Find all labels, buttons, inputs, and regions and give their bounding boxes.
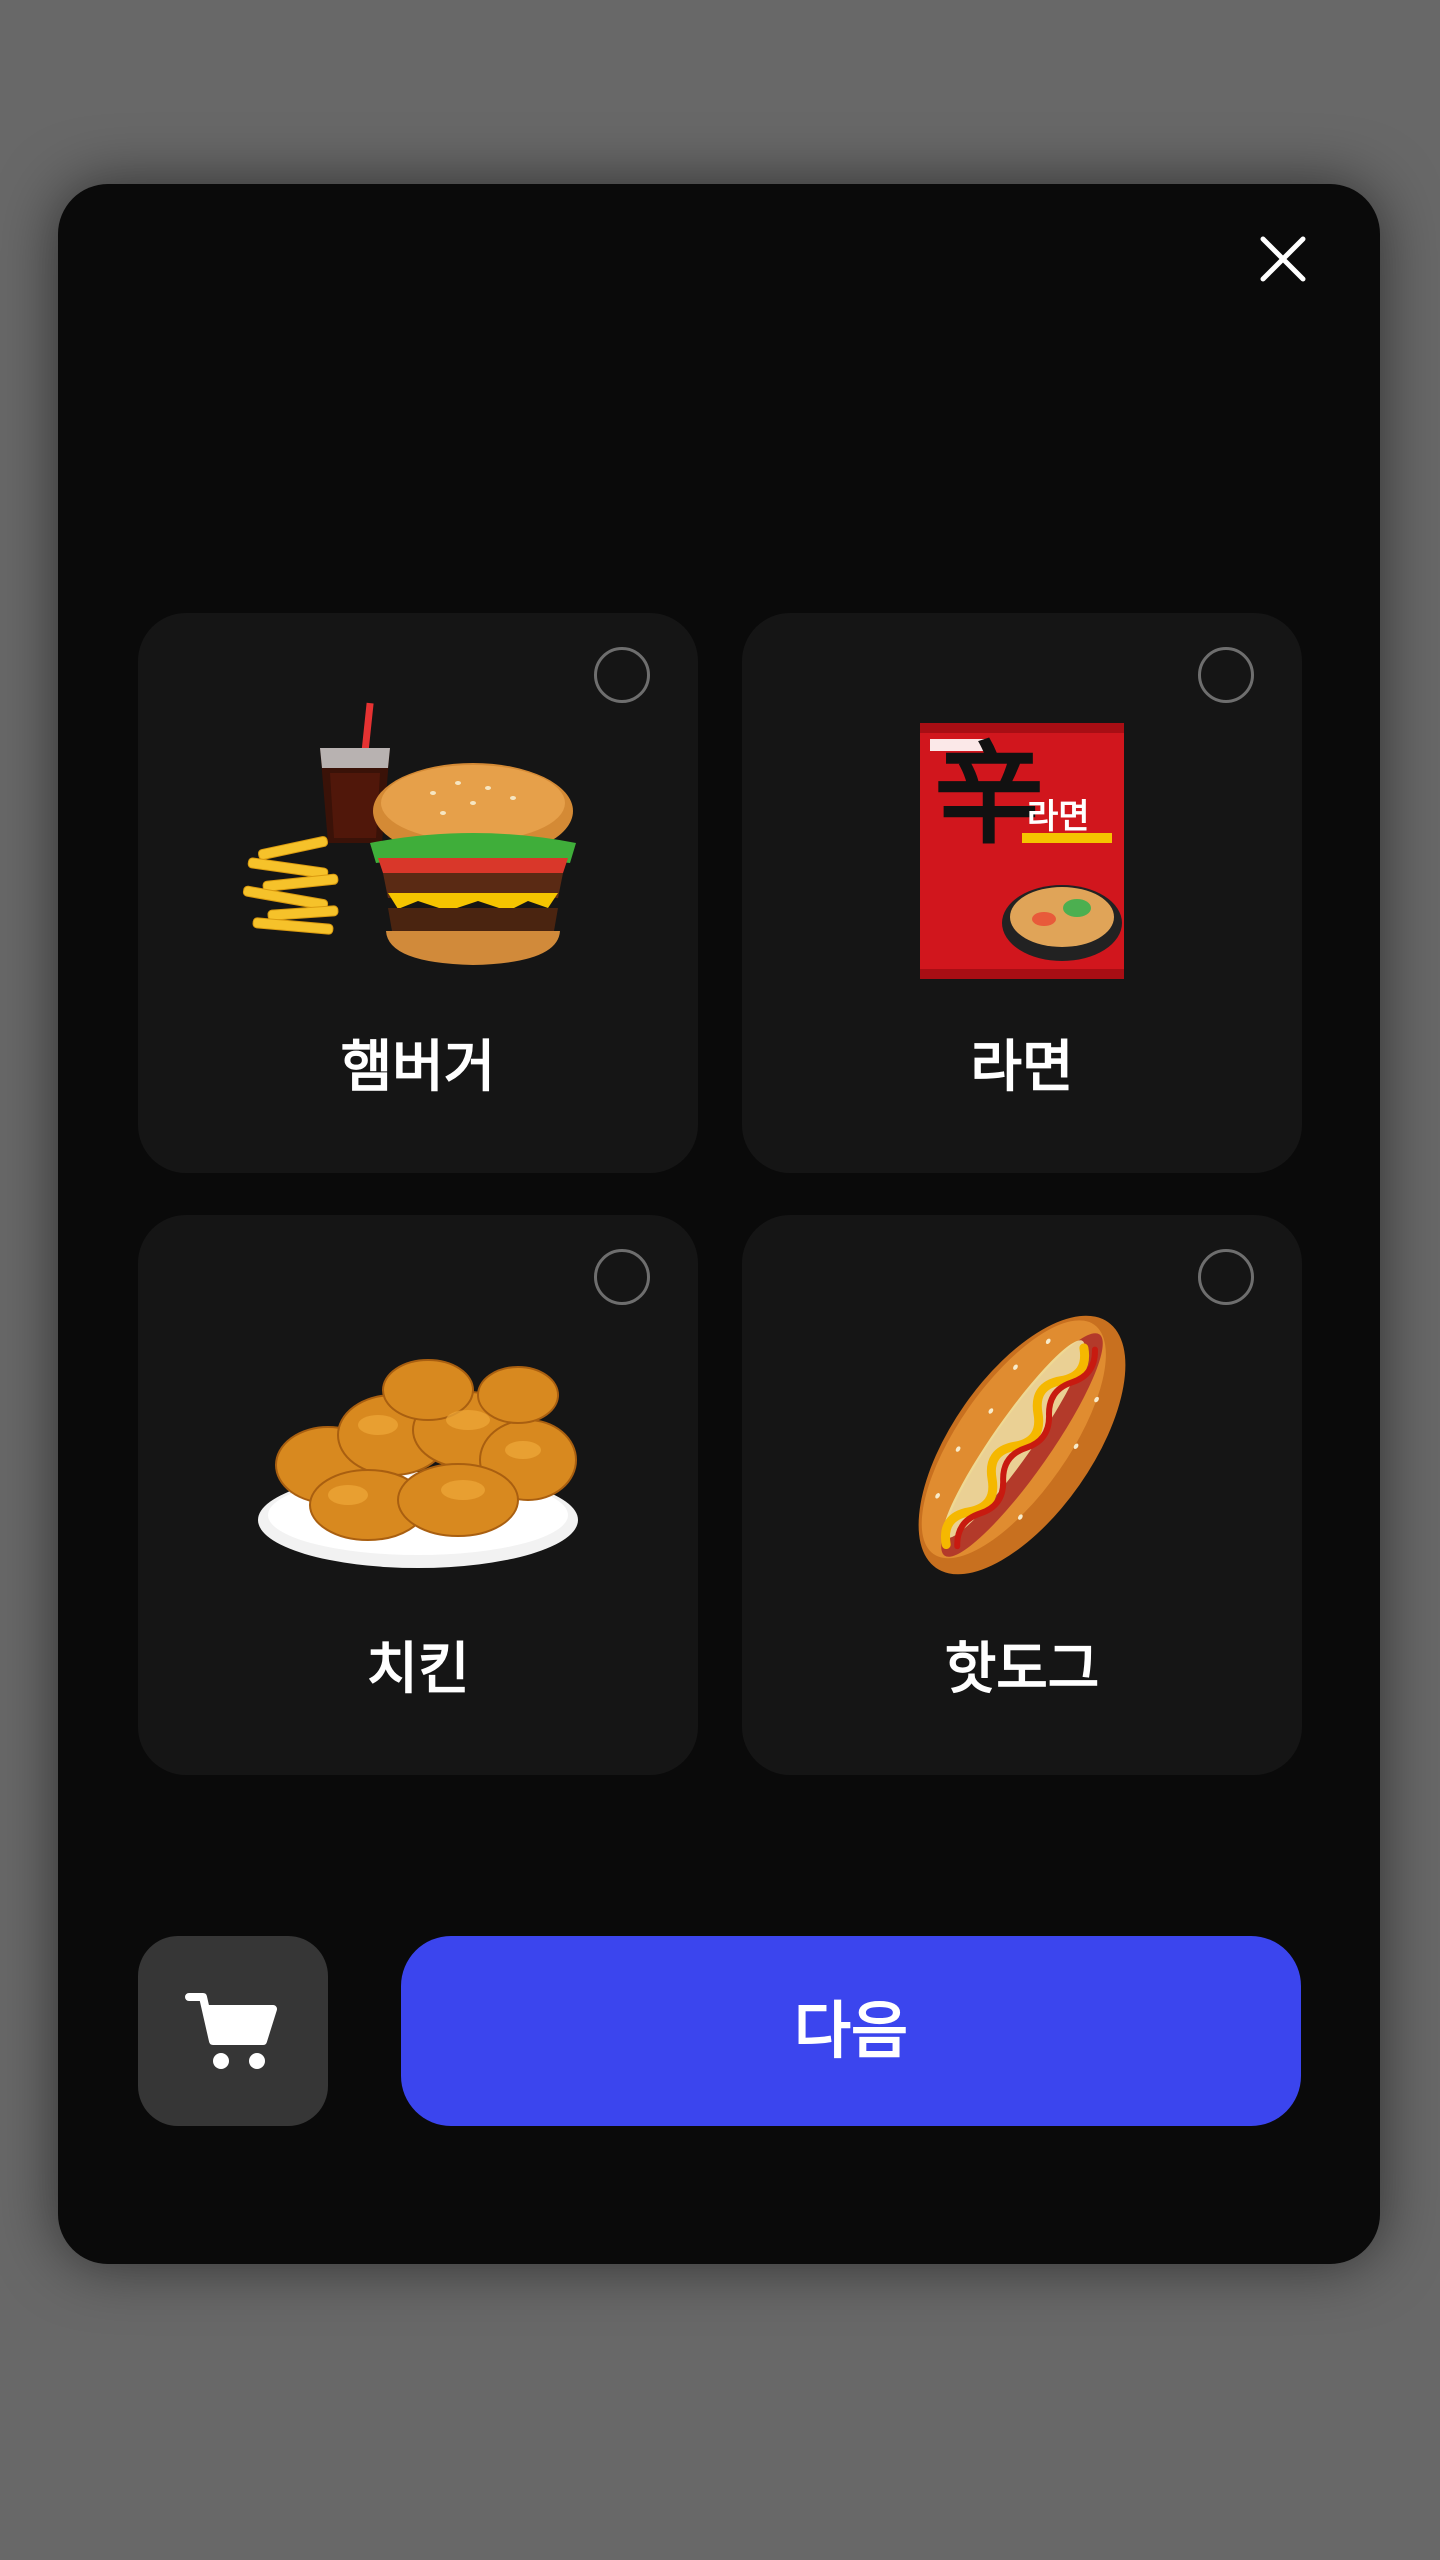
hamburger-set-image [218, 693, 618, 993]
fried-chicken-image [218, 1295, 618, 1595]
close-button[interactable] [1243, 219, 1323, 299]
close-icon [1260, 236, 1306, 282]
option-card-hotdog[interactable]: 핫도그 [742, 1215, 1302, 1775]
menu-select-dialog: 햄버거 辛 라면 라면 치킨 핫도그 다음 [58, 184, 1380, 2264]
option-label: 햄버거 [340, 1035, 496, 1100]
cart-icon [185, 1993, 277, 2069]
cart-button[interactable] [138, 1936, 328, 2126]
option-card-hamburger[interactable]: 햄버거 [138, 613, 698, 1173]
next-button[interactable]: 다음 [401, 1936, 1301, 2126]
option-card-ramen[interactable]: 辛 라면 라면 [742, 613, 1302, 1173]
package-name: 라면 [1027, 797, 1090, 837]
option-card-chicken[interactable]: 치킨 [138, 1215, 698, 1775]
option-label: 치킨 [366, 1637, 470, 1702]
option-label: 라면 [970, 1035, 1074, 1100]
option-label: 핫도그 [944, 1637, 1100, 1702]
hotdog-image [822, 1295, 1222, 1595]
ramen-package-image: 辛 라면 [822, 693, 1222, 993]
